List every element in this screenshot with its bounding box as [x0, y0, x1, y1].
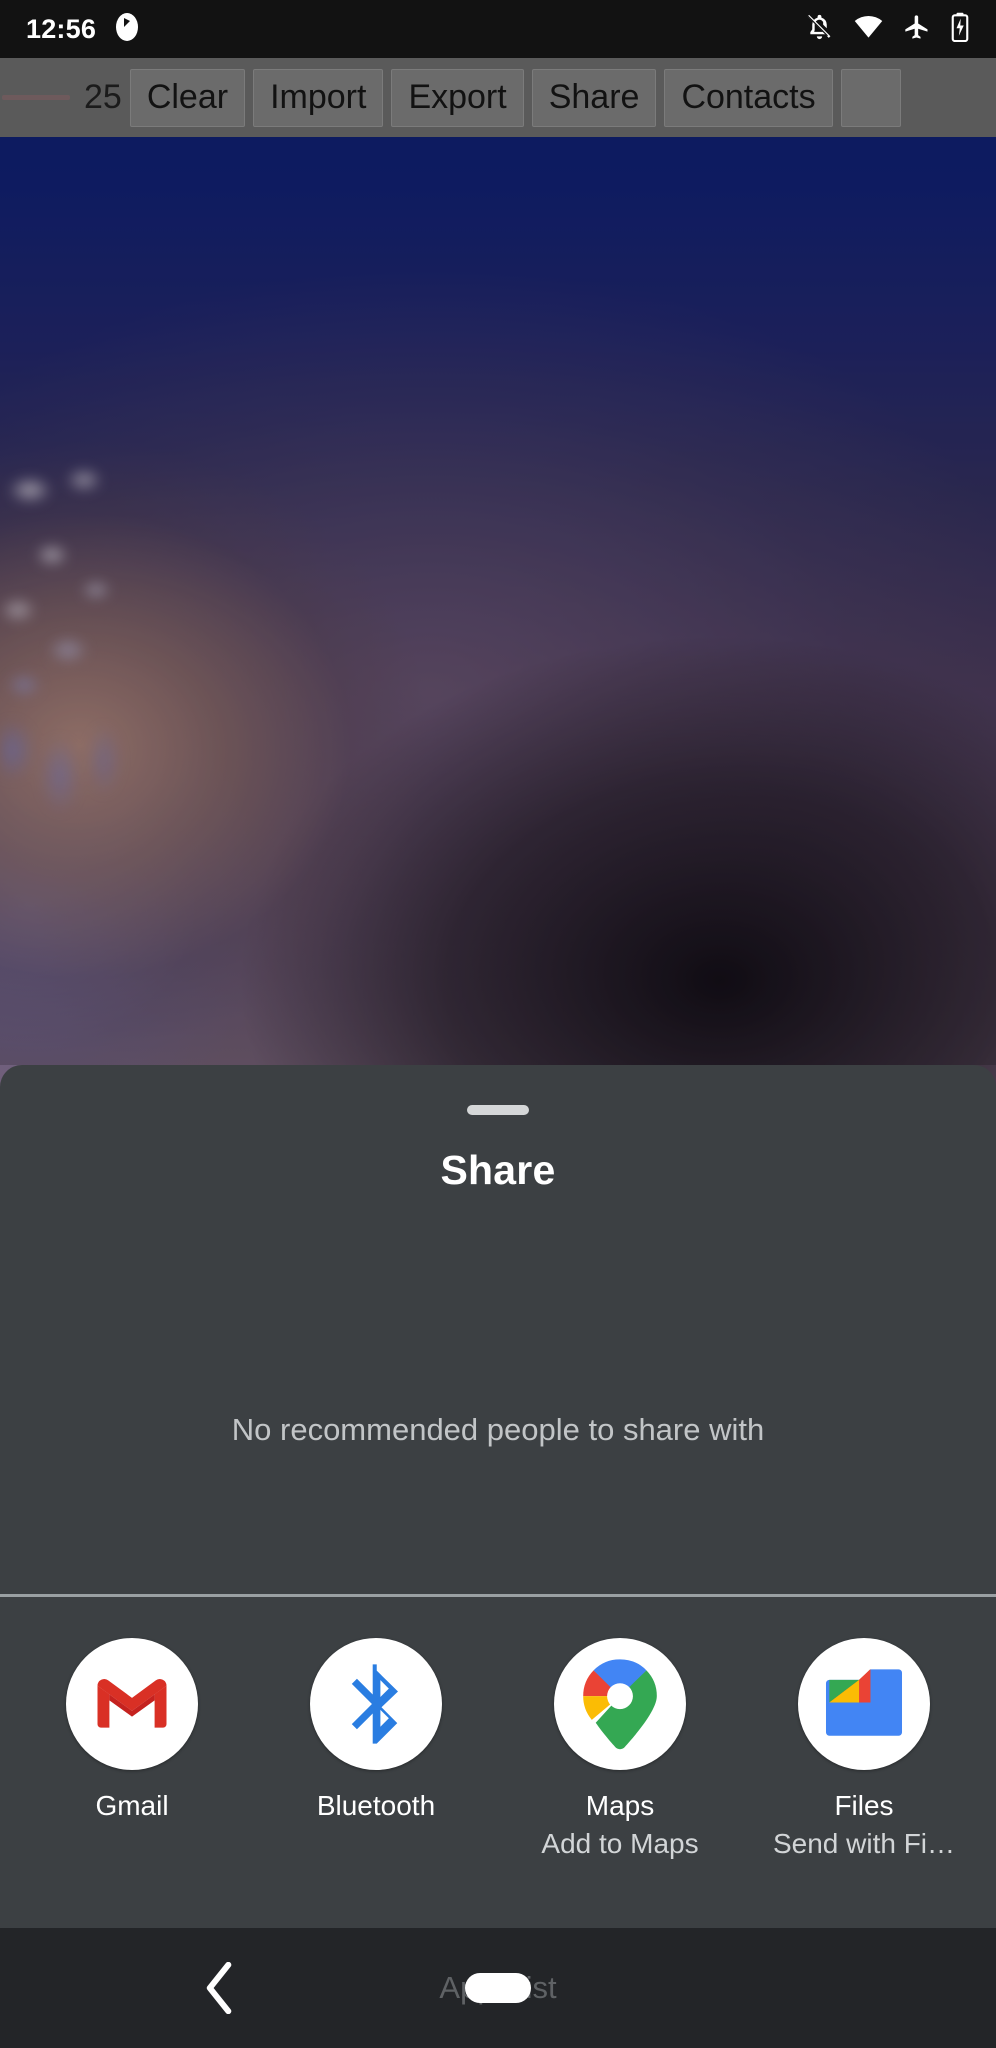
sheet-drag-handle[interactable] [467, 1105, 529, 1115]
wifi-icon [853, 12, 884, 47]
share-target-label: Files [834, 1790, 894, 1821]
app-notification-icon [114, 12, 140, 47]
back-chevron-icon[interactable] [198, 1961, 242, 2015]
overflow-button-clipped[interactable] [840, 68, 901, 127]
gmail-icon [66, 1638, 198, 1770]
files-icon [798, 1638, 930, 1770]
home-gesture-pill[interactable] [465, 1973, 531, 2003]
share-target-label: Bluetooth [316, 1790, 436, 1821]
android-share-screen: 12:56 25 Clear Import Export Share Conta… [0, 0, 996, 2048]
sheet-divider [0, 1594, 996, 1597]
clear-button[interactable]: Clear [129, 68, 246, 127]
status-bar-right [805, 12, 970, 47]
notifications-off-icon [805, 12, 834, 47]
share-target-gmail[interactable]: Gmail [10, 1620, 254, 1910]
status-bar-clock: 12:56 [26, 13, 97, 44]
toolbar-accent-bar [2, 95, 70, 100]
share-target-label: Gmail [95, 1790, 169, 1821]
no-recommended-people-message: No recommended people to share with [231, 1412, 765, 1447]
share-target-maps[interactable]: Maps Add to Maps [498, 1620, 742, 1910]
battery-charging-icon [950, 12, 970, 47]
export-button[interactable]: Export [391, 68, 524, 127]
scrim-overlay [0, 0, 996, 1065]
toolbar-item-count: 25 [84, 78, 122, 116]
share-target-files[interactable]: Files Send with Fi… [742, 1620, 986, 1910]
bluetooth-icon [310, 1638, 442, 1770]
status-bar: 12:56 [0, 0, 996, 58]
share-button[interactable]: Share [531, 68, 657, 127]
share-target-sublabel: Add to Maps [541, 1828, 699, 1859]
share-sheet-title: Share [440, 1147, 556, 1193]
share-target-row: Gmail Bluetooth Maps Add to Maps Files S… [0, 1620, 996, 1910]
share-target-sublabel: Send with Fi… [772, 1828, 956, 1859]
share-target-bluetooth[interactable]: Bluetooth [254, 1620, 498, 1910]
import-button[interactable]: Import [253, 68, 384, 127]
app-action-toolbar: 25 Clear Import Export Share Contacts [0, 58, 996, 137]
navigation-bar: Apps list [0, 1928, 996, 2048]
airplane-mode-icon [903, 12, 931, 47]
share-target-label: Maps [585, 1790, 655, 1821]
contacts-button[interactable]: Contacts [664, 68, 833, 127]
maps-icon [554, 1638, 686, 1770]
status-bar-left: 12:56 [26, 12, 140, 47]
